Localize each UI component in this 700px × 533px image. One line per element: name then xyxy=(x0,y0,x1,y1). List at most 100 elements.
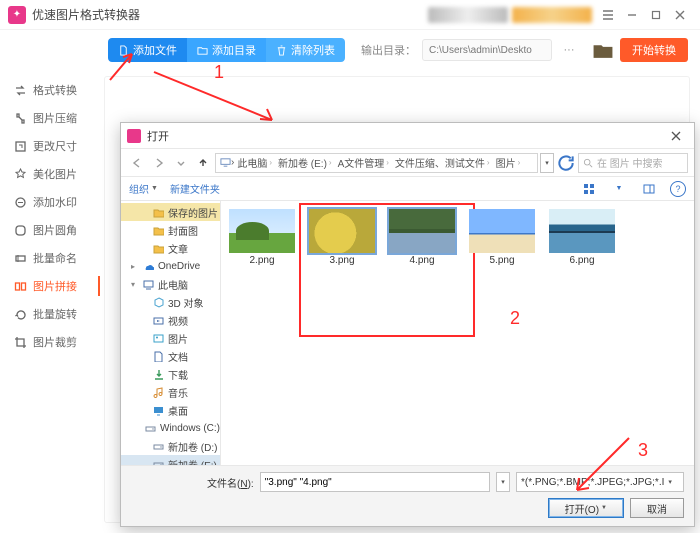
file-thumbnail[interactable]: 3.png xyxy=(307,209,377,266)
breadcrumb-label: 此电脑 xyxy=(237,155,267,170)
breadcrumb-label: 文件压缩、测试文件 xyxy=(395,155,485,170)
file-thumbnail[interactable]: 5.png xyxy=(467,209,537,266)
chevron-right-icon: › xyxy=(329,158,332,167)
filename-history-dropdown[interactable]: ▾ xyxy=(496,472,510,492)
breadcrumb-segment[interactable]: 此电脑› xyxy=(234,155,275,170)
preview-pane-button[interactable] xyxy=(640,180,658,198)
add-folder-button[interactable]: 添加目录 xyxy=(187,38,266,62)
tree-item[interactable]: 视频 xyxy=(121,311,220,329)
tree-item[interactable]: 封面图 xyxy=(121,221,220,239)
sidebar-item-enhance[interactable]: 美化图片 xyxy=(0,160,100,188)
refresh-button[interactable] xyxy=(556,153,576,173)
onedrive-icon xyxy=(143,261,154,272)
clear-list-button[interactable]: 清除列表 xyxy=(266,38,345,62)
compress-icon xyxy=(14,112,27,125)
breadcrumb-dropdown[interactable]: ▾ xyxy=(540,153,554,173)
tree-item[interactable]: 文档 xyxy=(121,347,220,365)
new-folder-button[interactable]: 新建文件夹 xyxy=(170,181,220,196)
trash-icon xyxy=(276,45,287,56)
nav-recent-button[interactable] xyxy=(171,153,191,173)
sidebar-item-compress[interactable]: 图片压缩 xyxy=(0,104,100,132)
menu-button[interactable] xyxy=(596,3,620,27)
tree-item[interactable]: 3D 对象 xyxy=(121,293,220,311)
drive-icon xyxy=(153,441,164,452)
expand-icon: ▸ xyxy=(131,262,139,271)
tree-item-label: OneDrive xyxy=(158,261,200,272)
tree-item[interactable]: 文章 xyxy=(121,239,220,257)
breadcrumb-segment[interactable]: 文件压缩、测试文件› xyxy=(392,155,493,170)
breadcrumb-label: 新加卷 (E:) xyxy=(278,155,327,170)
open-folder-button[interactable] xyxy=(592,39,614,61)
nav-up-button[interactable] xyxy=(193,153,213,173)
file-type-filter[interactable]: *(*.PNG;*.BMP;*.JPEG;*.JPG;*.I▾ xyxy=(516,472,684,492)
breadcrumb-bar[interactable]: › 此电脑›新加卷 (E:)›A文件管理›文件压缩、测试文件›图片› xyxy=(215,153,538,173)
file-icon xyxy=(118,45,129,56)
tree-item[interactable]: 图片 xyxy=(121,329,220,347)
nav-forward-button[interactable] xyxy=(149,153,169,173)
file-thumbnail[interactable]: 4.png xyxy=(387,209,457,266)
music-icon xyxy=(153,387,164,398)
tree-item[interactable]: 下载 xyxy=(121,365,220,383)
nav-back-button[interactable] xyxy=(127,153,147,173)
video-icon xyxy=(153,315,164,326)
stitch-icon xyxy=(14,280,27,293)
sidebar-item-round[interactable]: 图片圆角 xyxy=(0,216,100,244)
output-dir-path[interactable]: C:\Users\admin\Deskto xyxy=(422,39,552,61)
rotate-icon xyxy=(14,308,27,321)
open-button[interactable]: 打开(O)▼ xyxy=(548,498,624,518)
file-thumbnail[interactable]: 6.png xyxy=(547,209,617,266)
file-thumbnail[interactable]: 2.png xyxy=(227,209,297,266)
dropdown-icon[interactable]: ··· xyxy=(558,39,580,61)
view-dropdown[interactable]: ▼ xyxy=(610,180,628,198)
add-file-button[interactable]: 添加文件 xyxy=(108,38,187,62)
desktop-icon xyxy=(153,405,164,416)
sidebar-item-watermark[interactable]: 添加水印 xyxy=(0,188,100,216)
tree-item[interactable]: ▸ OneDrive xyxy=(121,257,220,275)
folder-tree[interactable]: 保存的图片封面图文章 ▸ OneDrive ▾此电脑3D 对象视频图片文档下载音乐桌面… xyxy=(121,201,221,465)
maximize-button[interactable] xyxy=(644,3,668,27)
tree-item-label: 文档 xyxy=(168,349,188,364)
tree-item[interactable]: 音乐 xyxy=(121,383,220,401)
sidebar-item-rotate[interactable]: 批量旋转 xyxy=(0,300,100,328)
minimize-button[interactable] xyxy=(620,3,644,27)
organize-menu[interactable]: 组织▼ xyxy=(129,181,158,196)
sidebar-item-label: 图片拼接 xyxy=(33,278,77,294)
tree-item-label: Windows (C:) xyxy=(160,423,220,434)
tree-item[interactable]: Windows (C:) xyxy=(121,419,220,437)
tree-item[interactable]: 新加卷 (E:) xyxy=(121,455,220,465)
sidebar-item-label: 格式转换 xyxy=(33,82,77,98)
sidebar-item-swap[interactable]: 格式转换 xyxy=(0,76,100,104)
dialog-close-button[interactable] xyxy=(664,126,688,146)
thumbnail-image xyxy=(309,209,375,253)
breadcrumb-segment[interactable]: A文件管理› xyxy=(335,155,392,170)
dialog-title: 打开 xyxy=(147,128,169,144)
tree-item-label: 新加卷 (D:) xyxy=(168,439,217,454)
sidebar-item-crop[interactable]: 图片裁剪 xyxy=(0,328,100,356)
sidebar-item-resize[interactable]: 更改尺寸 xyxy=(0,132,100,160)
start-convert-button[interactable]: 开始转换 xyxy=(620,38,688,62)
sidebar-item-label: 更改尺寸 xyxy=(33,138,77,154)
tree-item[interactable]: 保存的图片 xyxy=(121,203,220,221)
help-button[interactable]: ? xyxy=(670,181,686,197)
sidebar-item-stitch[interactable]: 图片拼接 xyxy=(0,272,100,300)
breadcrumb-label: A文件管理 xyxy=(338,155,385,170)
breadcrumb-segment[interactable]: 图片› xyxy=(493,155,524,170)
cancel-button[interactable]: 取消 xyxy=(630,498,684,518)
tree-item[interactable]: 新加卷 (D:) xyxy=(121,437,220,455)
tree-item[interactable]: 桌面 xyxy=(121,401,220,419)
close-button[interactable] xyxy=(668,3,692,27)
tree-item-label: 文章 xyxy=(168,241,188,256)
file-list[interactable]: 2.png3.png4.png5.png6.png xyxy=(221,201,694,465)
sidebar-item-rename[interactable]: 批量命名 xyxy=(0,244,100,272)
thumbnail-image xyxy=(469,209,535,253)
breadcrumb-segment[interactable]: 新加卷 (E:)› xyxy=(275,155,335,170)
search-input[interactable]: 在 图片 中搜索 xyxy=(578,153,688,173)
tree-item-label: 图片 xyxy=(168,331,188,346)
tree-item[interactable]: ▾此电脑 xyxy=(121,275,220,293)
folder-icon xyxy=(153,207,164,218)
folder-icon xyxy=(153,243,164,254)
dialog-logo-icon xyxy=(127,129,141,143)
round-icon xyxy=(14,224,27,237)
filename-input[interactable] xyxy=(260,472,490,492)
view-mode-button[interactable] xyxy=(580,180,598,198)
